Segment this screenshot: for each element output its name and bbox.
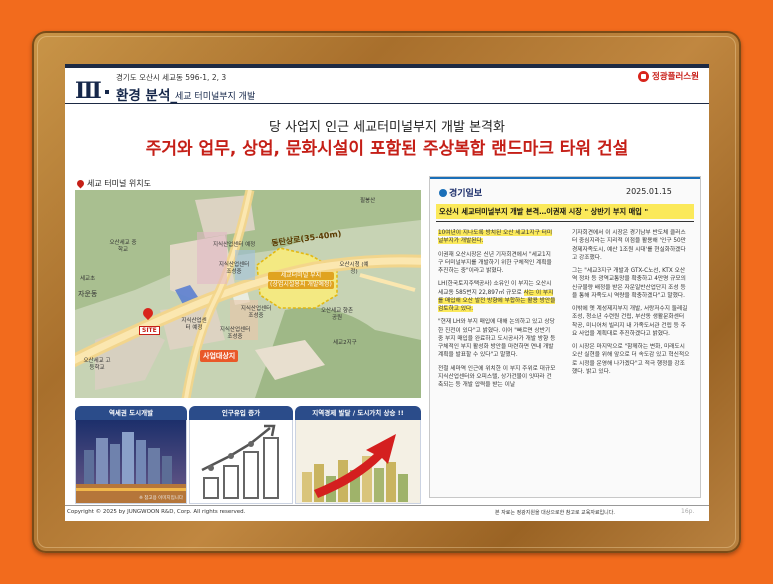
location-map: 지식산업센터 예정 지식산업센터 조성중 지식산업센터 조성중 지식산업센터 조…: [75, 190, 421, 398]
article-paragraph: 그는 "세교3지구 개발과 GTX-C노선, KTX 오산역 정차 등 광역교통…: [572, 268, 686, 299]
header-bar: [65, 64, 709, 68]
header-subtitle: 경기도 오산시 세교동 596-1, 2, 3: [116, 73, 227, 82]
article-left-column: 10여년이 지나도록 방치된 오산 세교1지구 터미널부지가 개발된다. 이권재…: [438, 229, 556, 395]
site-tag: SITE: [139, 326, 160, 335]
panel-title: 역세권 도시개발: [75, 406, 187, 420]
headline-top: 당 사업지 인근 세교터미널부지 개발 본격화: [269, 120, 505, 135]
news-source-name: 경기일보: [449, 189, 483, 199]
terminal-label: 세교터미널 부지 (상업시설용지 개발예정): [268, 272, 334, 289]
page-number: 16p.: [681, 508, 695, 515]
section-number: Ⅲ: [75, 78, 102, 104]
growth-chart-icon: [201, 424, 279, 499]
map-label-middle-school: 오산세교 중학교: [109, 240, 137, 253]
panel-image-arrow: [295, 420, 421, 504]
headline-main: 주거와 업무, 상업, 문화시설이 포함된 주상복합 랜드마크 타워 건설: [145, 139, 629, 159]
rising-arrow-illustration: [302, 434, 408, 502]
article-top-line: [430, 177, 700, 179]
panel-station-dev: 역세권 도시개발 ※ 참고용 이미지입니다: [75, 406, 187, 504]
article-paragraph: 이밖에 옛 계성제지부지 개발, 서랑저수지 둘레길 조성, 청소년 수련원 건…: [572, 306, 688, 337]
panel-economy: 지역경제 발달 / 도시가치 상승 !!: [295, 406, 421, 504]
map-label-sekyo2: 세교2지구: [333, 340, 357, 346]
map-graphic: [75, 190, 421, 398]
brand-name: 정광플러스원: [652, 72, 699, 82]
map-label-kic-4: 지식산업센터 조성중: [219, 327, 251, 340]
map-pin-icon: [75, 178, 86, 189]
article-paragraph: 기자회견에서 이 시장은 경기남부 반도체 클러스터 중심지라는 지리적 이점을…: [572, 230, 686, 261]
article-paragraph: 이 시장은 마지막으로 "함께하는 변화, 미래도시 오산 실현을 위해 앞으로…: [572, 344, 690, 375]
news-article: 경기일보 2025.01.15 오산시 세교터미널부지 개발 본격…이권재 시장…: [429, 176, 701, 498]
article-paragraph: "현재 LH와 부지 매입에 대해 논의하고 있고 상당한 진전이 있다"고 밝…: [438, 319, 556, 359]
panel-title: 인구유입 증가: [189, 406, 293, 420]
map-label-cityhall: 오산시청 (예정): [339, 262, 369, 275]
map-label-kic-1: 지식산업센터 예정: [213, 242, 256, 248]
article-headline: 오산시 세교터미널부지 개발 본격…이권재 시장 " 상반기 부지 매입 ": [436, 204, 694, 219]
article-paragraph: LH(한국토지주택공사) 소유인 이 부지는 오산시 세교동 585번지 22,…: [438, 280, 556, 313]
footer-copyright: Copyright © 2025 by JUNGWOON R&D, Corp. …: [67, 509, 246, 515]
panel-caption: ※ 참고용 이미지입니다: [139, 496, 183, 501]
panel-image-growth: [189, 420, 293, 504]
terminal-label-1: 세교터미널 부지: [268, 272, 334, 280]
panel-population: 인구유입 증가: [189, 406, 293, 504]
city-skyline-illustration: [76, 420, 186, 503]
map-caption: 세교 터미널 위치도: [75, 178, 151, 189]
header-title-sub: 세교 터미널부지 개발: [175, 92, 256, 102]
panel-image-city: ※ 참고용 이미지입니다: [75, 420, 187, 504]
map-caption-text: 세교 터미널 위치도: [87, 179, 151, 188]
map-label-kic-3: 지식산업센터 조성중: [240, 306, 272, 319]
header-title: 환경 분석_: [116, 88, 178, 104]
map-label-kic-5: 지식산업센터 예정: [181, 318, 207, 331]
map-label-kic-2: 지식산업센터 조성중: [218, 262, 250, 275]
map-label-park: 오산세교 향촌공원: [320, 308, 354, 321]
article-right-column: 기자회견에서 이 시장은 경기남부 반도체 클러스터 중심지라는 지리적 이점을…: [572, 229, 690, 381]
slide-page: Ⅲ 경기도 오산시 세교동 596-1, 2, 3 환경 분석_ 세교 터미널부…: [65, 64, 709, 521]
map-label-jaun: 자운동: [78, 290, 98, 298]
terminal-label-2: (상업시설용지 개발예정): [268, 280, 334, 289]
article-paragraph: 전철 세마역 인근에 위치한 이 부지 주위로 대규모 지식산업센터와 오피스텔…: [438, 365, 556, 389]
brand-logo: 정광플러스원: [638, 70, 699, 82]
map-label-high-school: 오산세교 고등학교: [83, 358, 111, 371]
article-paragraph: 이권재 오산시장은 신년 기자회견에서 "세교1지구 터미널부지를 개발하기 위…: [438, 251, 552, 275]
article-rule: [436, 221, 694, 222]
brand-icon: [638, 70, 649, 82]
header-divider: [65, 103, 709, 104]
news-date: 2025.01.15: [626, 187, 672, 196]
news-logo-icon: [439, 188, 447, 197]
map-label-elementary: 세교초: [80, 276, 96, 282]
news-source: 경기일보: [439, 186, 482, 199]
article-fade: [430, 487, 700, 497]
footer-note: 본 자료는 정광지원을 대상으로한 참고로 교육자료입니다.: [495, 510, 615, 516]
map-label-mountain: 필봉산: [360, 198, 376, 204]
article-paragraph: 10여년이 지나도록 방치된 오산 세교1지구 터미널부지가 개발된다.: [438, 229, 556, 246]
highlighted-text: 10여년이 지나도록 방치된 오산 세교1지구 터미널부지가 개발된다.: [438, 230, 553, 245]
panel-title: 지역경제 발달 / 도시가치 상승 !!: [295, 406, 421, 420]
footer-divider: [65, 505, 709, 506]
section-dot: [105, 90, 109, 94]
business-target-tag: 사업대상지: [200, 350, 239, 362]
